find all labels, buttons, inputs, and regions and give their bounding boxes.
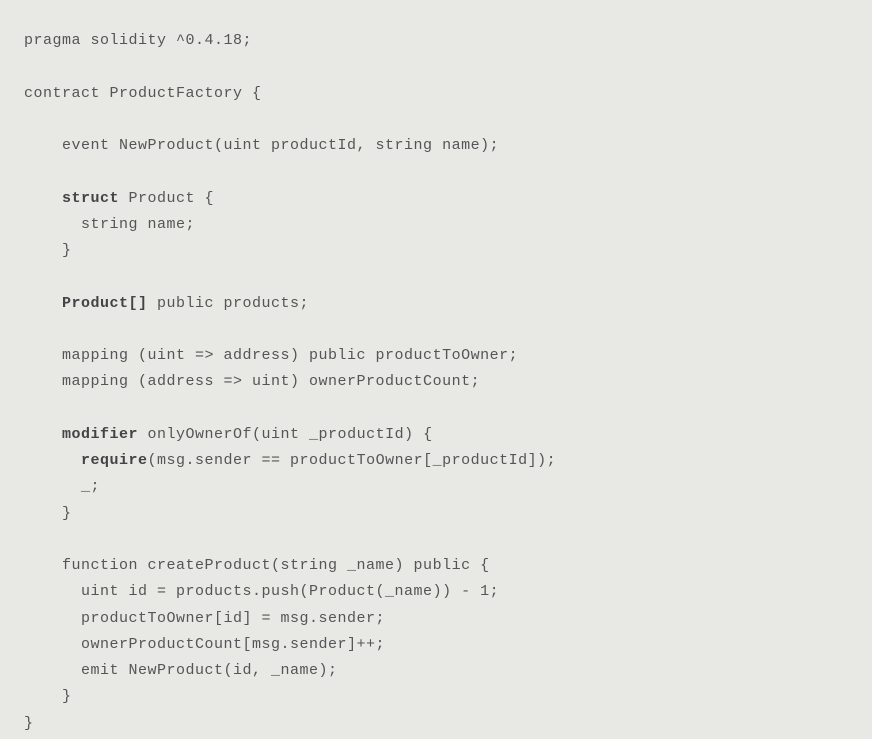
code-line: mapping (uint => address) public product… [24, 347, 518, 364]
code-line: _; [24, 478, 100, 495]
code-block: pragma solidity ^0.4.18; contract Produc… [24, 28, 848, 737]
code-line: contract ProductFactory { [24, 85, 262, 102]
code-line: uint id = products.push(Product(_name)) … [24, 583, 499, 600]
code-line: } [24, 242, 72, 259]
code-line: event NewProduct(uint productId, string … [24, 137, 499, 154]
code-line: mapping (address => uint) ownerProductCo… [24, 373, 480, 390]
code-line: ownerProductCount[msg.sender]++; [24, 636, 385, 653]
keyword-require: require [81, 452, 148, 469]
code-line: productToOwner[id] = msg.sender; [24, 610, 385, 627]
code-line: function createProduct(string _name) pub… [24, 557, 490, 574]
code-line: string name; [24, 216, 195, 233]
code-line: modifier onlyOwnerOf(uint _productId) { [24, 426, 433, 443]
code-line: Product[] public products; [24, 295, 309, 312]
keyword-modifier: modifier [62, 426, 138, 443]
code-line: } [24, 715, 34, 732]
code-line: require(msg.sender == productToOwner[_pr… [24, 452, 556, 469]
code-line: } [24, 505, 72, 522]
code-line: struct Product { [24, 190, 214, 207]
type-product-array: Product[] [62, 295, 148, 312]
code-line: } [24, 688, 72, 705]
keyword-struct: struct [62, 190, 119, 207]
code-line: pragma solidity ^0.4.18; [24, 32, 252, 49]
code-line: emit NewProduct(id, _name); [24, 662, 338, 679]
